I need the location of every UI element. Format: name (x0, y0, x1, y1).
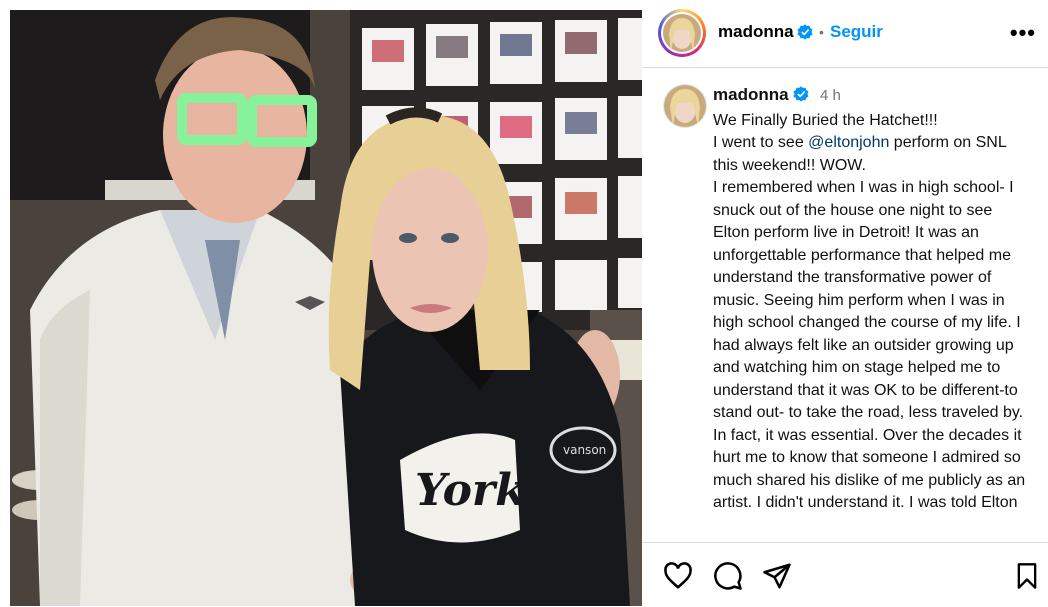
caption-area: madonna 4 h We Finally Buried the Hatche… (642, 68, 1048, 542)
post-timestamp[interactable]: 4 h (820, 87, 841, 104)
verified-badge-icon (797, 24, 813, 40)
caption-verified-icon (793, 86, 809, 102)
bookmark-icon[interactable] (1011, 560, 1043, 592)
caption-line-1: We Finally Buried the Hatchet!!! (713, 111, 938, 129)
avatar-image (663, 14, 701, 52)
more-options-icon[interactable]: ••• (1010, 20, 1036, 46)
post-photo[interactable]: York vanson (10, 10, 642, 606)
caption-avatar[interactable] (663, 84, 707, 128)
caption-text: madonna 4 h We Finally Buried the Hatche… (713, 84, 1033, 515)
comment-icon[interactable] (712, 560, 744, 592)
caption-line-2: I went to see @eltonjohn perform on SNL … (713, 132, 1033, 177)
post-side-panel: madonna • Seguir ••• madonna 4 h We Fina… (642, 0, 1048, 606)
photo-of-two-people: York vanson (10, 10, 642, 606)
post-actions (642, 542, 1048, 607)
heart-icon[interactable] (662, 560, 694, 592)
follow-button[interactable]: Seguir (830, 22, 883, 42)
post-header: madonna • Seguir ••• (642, 0, 1048, 68)
mention-link[interactable]: @eltonjohn (808, 134, 889, 151)
caption-body: I remembered when I was in high school- … (713, 179, 1026, 511)
share-icon[interactable] (761, 560, 793, 592)
header-separator: • (819, 24, 824, 40)
caption-line-2-pre: I went to see (713, 134, 809, 151)
author-avatar[interactable] (658, 9, 706, 57)
caption-username[interactable]: madonna (713, 85, 789, 104)
header-username[interactable]: madonna (718, 22, 794, 42)
svg-text:York: York (415, 465, 526, 516)
svg-text:vanson: vanson (563, 443, 606, 457)
